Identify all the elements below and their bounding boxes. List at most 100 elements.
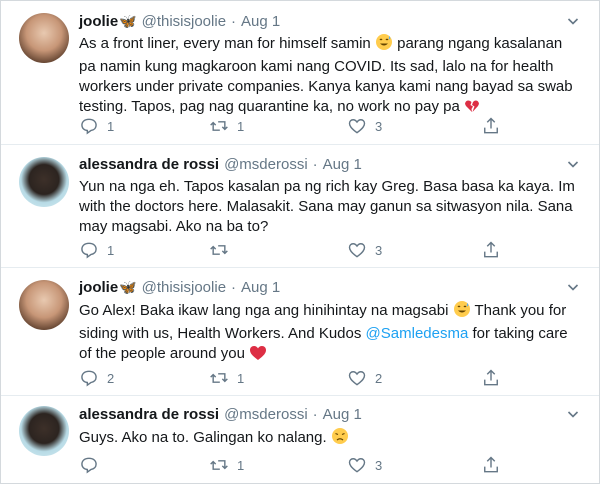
butterfly-emoji: 🦋 [119,12,137,29]
share-button[interactable] [481,116,501,136]
tweet-text-line: testing. Tapos, pag nag quarantine ka, n… [79,98,460,115]
tweet-header: joolie 🦋 @thisisjoolie · Aug 1 [79,11,280,31]
separator: · [312,155,318,173]
share-icon [484,369,498,386]
tweet-text-line: siding with us, Health Workers. And Kudo… [79,325,362,342]
like-count: 3 [375,118,383,134]
like-button[interactable]: 2 [347,368,382,388]
tweet[interactable]: joolie 🦋 @thisisjoolie · Aug 1 Go Alex! … [1,268,599,396]
reply-button[interactable]: 1 [79,116,114,136]
reply-button[interactable] [79,455,107,475]
avatar[interactable] [19,13,69,63]
retweet-button[interactable]: 1 [209,368,244,388]
reply-count: 1 [107,118,115,134]
tweet-text-line: of the people around you [79,345,245,362]
disappointed-face-icon [331,427,349,451]
share-icon [484,241,498,258]
like-count: 3 [375,457,383,473]
retweet-button[interactable] [209,240,237,260]
separator: · [231,12,237,30]
heart-icon [249,345,267,367]
reply-count: 2 [107,370,115,386]
like-button[interactable]: 3 [347,240,382,260]
avatar[interactable] [19,406,69,456]
like-button[interactable]: 3 [347,455,382,475]
tweet-header: joolie 🦋 @thisisjoolie · Aug 1 [79,277,280,297]
tweet-actions: 1 3 [79,240,509,260]
mention-link[interactable]: @Samledesma [366,325,469,342]
retweet-icon [210,373,228,383]
retweet-icon [210,245,228,255]
reply-icon [81,242,97,259]
share-button[interactable] [481,240,501,260]
chevron-down-icon[interactable] [567,15,579,27]
tweet-header: alessandra de rossi @msderossi · Aug 1 [79,404,362,424]
username[interactable]: @msderossi [224,406,308,423]
share-button[interactable] [481,368,501,388]
chevron-down-icon[interactable] [567,158,579,170]
sweat-smile-emoji-icon [375,33,393,57]
tweet-header: alessandra de rossi @msderossi · Aug 1 [79,154,362,174]
like-count: 3 [375,242,383,258]
tweet-text: As a front liner, every man for himself … [79,33,579,120]
chevron-down-icon[interactable] [567,281,579,293]
like-count: 2 [375,370,383,386]
tweet-thread: joolie 🦋 @thisisjoolie · Aug 1 As a fron… [0,0,600,484]
timestamp[interactable]: Aug 1 [241,13,280,30]
tweet-text-line: workers under private companies. Kanya k… [79,78,573,95]
like-button[interactable]: 3 [347,116,382,136]
tweet-actions: 1 3 [79,455,509,475]
tweet-actions: 1 1 3 [79,116,509,136]
tweet-text-line: Yun na nga eh. Tapos kasalan pa ng rich … [79,178,575,195]
like-icon [348,458,366,473]
reply-count: 1 [107,242,115,258]
tweet-text: Yun na nga eh. Tapos kasalan pa ng rich … [79,177,579,237]
tweet-text-line: Go Alex! Baka ikaw lang nga ang hinihint… [79,302,449,319]
tweet-text-line: pa namin kung magkaroon kami nang COVID.… [79,58,554,75]
tweet-text: Guys. Ako na to. Galingan ko nalang. [79,427,579,451]
tweet-actions: 2 1 2 [79,368,509,388]
timestamp[interactable]: Aug 1 [241,279,280,296]
tweet-text-line: parang ngang kasalanan [397,35,563,52]
tweet-text-line: Guys. Ako na to. Galingan ko nalang. [79,429,327,446]
tweet[interactable]: alessandra de rossi @msderossi · Aug 1 Y… [1,145,599,268]
display-name[interactable]: joolie [79,279,118,296]
reply-button[interactable]: 1 [79,240,114,260]
display-name[interactable]: alessandra de rossi [79,156,219,173]
timestamp[interactable]: Aug 1 [323,406,362,423]
username[interactable]: @thisisjoolie [142,279,226,296]
avatar[interactable] [19,280,69,330]
like-icon [348,243,366,258]
reply-icon [81,118,97,135]
retweet-button[interactable]: 1 [209,116,244,136]
username[interactable]: @thisisjoolie [142,13,226,30]
retweet-icon [210,460,228,470]
tweet-text-line: As a front liner, every man for himself … [79,35,371,52]
tweet-text-line: with the doctors here. Malasakit. Sana m… [79,198,573,215]
tweet-text-line: Thank you for [474,302,567,319]
tweet-text-line: may magsabi. Ako na ba to? [79,218,269,235]
like-icon [348,119,366,134]
reply-icon [81,457,97,474]
retweet-button[interactable]: 1 [209,455,244,475]
timestamp[interactable]: Aug 1 [323,156,362,173]
share-button[interactable] [481,455,501,475]
tweet[interactable]: joolie 🦋 @thisisjoolie · Aug 1 As a fron… [1,1,599,145]
tweet[interactable]: alessandra de rossi @msderossi · Aug 1 G… [1,396,599,483]
display-name[interactable]: joolie [79,13,118,30]
tweet-text: Go Alex! Baka ikaw lang nga ang hinihint… [79,300,579,367]
reply-icon [81,370,97,387]
retweet-count: 1 [237,457,245,473]
reply-button[interactable]: 2 [79,368,114,388]
chevron-down-icon[interactable] [567,408,579,420]
butterfly-emoji: 🦋 [119,278,137,295]
sweat-smile-emoji-icon [453,300,471,324]
like-icon [348,371,366,386]
avatar[interactable] [19,157,69,207]
display-name[interactable]: alessandra de rossi [79,406,219,423]
retweet-icon [210,121,228,131]
separator: · [312,405,318,423]
username[interactable]: @msderossi [224,156,308,173]
tweet-text-line: for taking care [472,325,568,342]
share-icon [484,456,498,473]
